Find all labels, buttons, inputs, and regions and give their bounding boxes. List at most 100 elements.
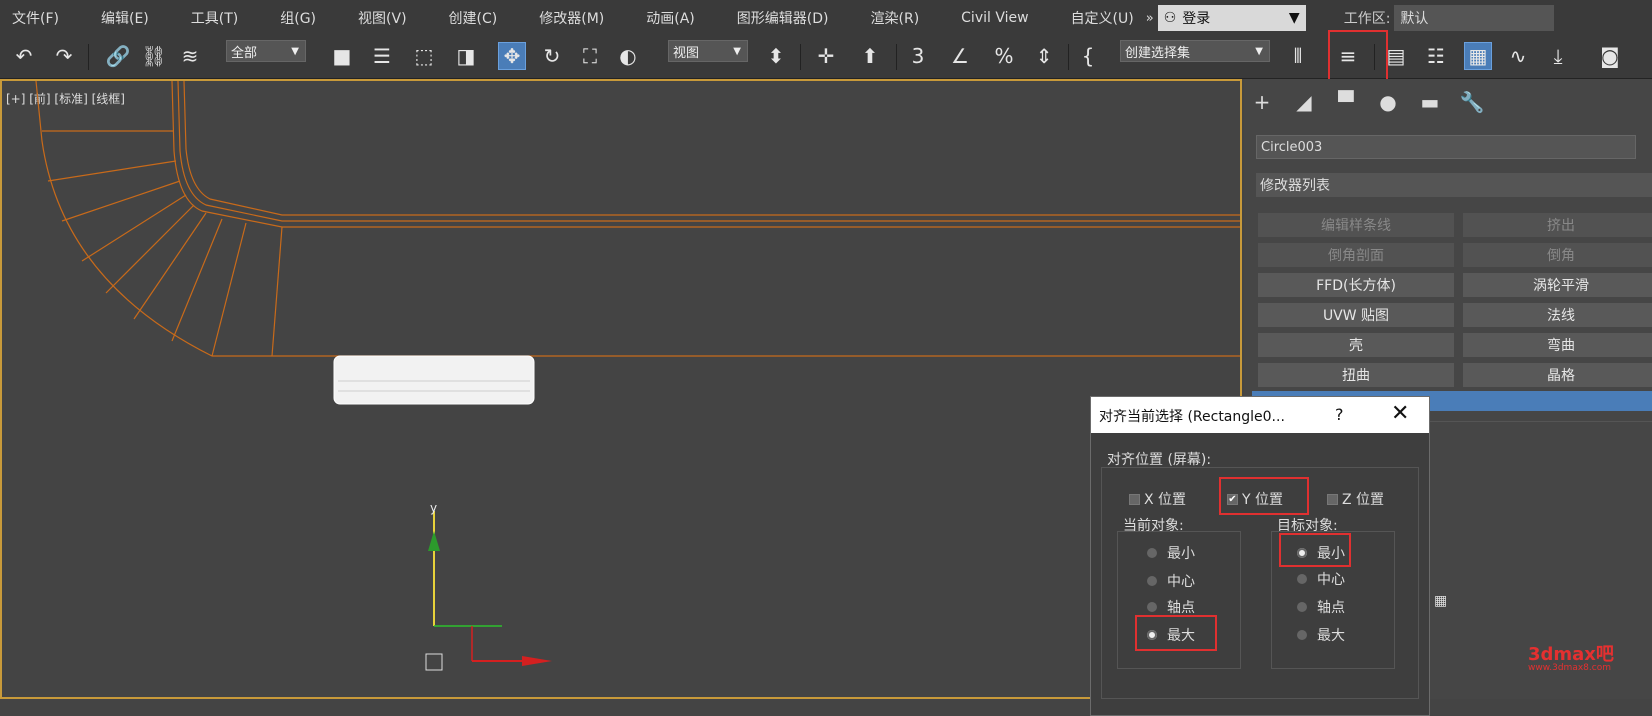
spinner-snap-icon[interactable]: ⇕ [1030,42,1058,70]
current-pivot-radio[interactable]: 轴点 [1147,597,1195,617]
modifier-list-dropdown[interactable]: 修改器列表 [1256,173,1652,197]
menu-graph-editors[interactable]: 图形编辑器(D) [737,8,829,28]
checkbox-icon [1129,493,1140,505]
bind-space-warp-icon[interactable]: ≋ [176,42,204,70]
curved-profile-shape [35,81,1240,357]
modifier-bevel-profile-button[interactable]: 倒角剖面 [1258,243,1454,267]
percent-snap-icon[interactable]: % [990,42,1018,70]
mirror-icon[interactable]: ⫴ [1284,42,1312,70]
rotate-icon[interactable]: ↻ [538,42,566,70]
dialog-title: 对齐当前选择 (Rectangle0... [1099,409,1285,425]
menu-edit[interactable]: 编辑(E) [101,8,149,28]
axis-gizmo [425,511,552,671]
menu-create[interactable]: 创建(C) [449,8,498,28]
angle-snap-icon[interactable]: ∠ [946,42,974,70]
menu-expand-icon[interactable]: » [1146,11,1154,26]
move-icon[interactable]: ✥ [498,42,526,70]
modifier-turbosmooth-button[interactable]: 涡轮平滑 [1463,273,1652,297]
toolbar-separator [88,44,89,70]
dialog-title-bar[interactable]: 对齐当前选择 (Rectangle0... ? ✕ [1091,397,1429,433]
named-selection-dropdown[interactable]: 创建选择集 ▼ [1120,40,1270,62]
login-dropdown[interactable]: ⚇ 登录 ▼ [1157,5,1306,31]
radio-icon [1147,602,1157,612]
chevron-down-icon: ▼ [291,45,299,57]
modifier-uvw-map-button[interactable]: UVW 贴图 [1258,303,1454,327]
main-toolbar: ↶ ↷ 🔗 ⛓ ≋ 全部 ▼ ■ ☰ ⬚ ◨ ✥ ↻ ⛶ ◐ 视图 ▼ ⬍ ✛ … [0,36,1652,79]
radio-icon [1297,574,1307,584]
material-editor-icon[interactable]: ◙ [1596,42,1624,70]
snap-toggle-icon[interactable]: 3 [904,42,932,70]
undo-icon[interactable]: ↶ [10,42,38,70]
menu-rendering[interactable]: 渲染(R) [871,8,920,28]
close-icon[interactable]: ✕ [1391,401,1409,426]
target-max-radio[interactable]: 最大 [1297,625,1345,645]
align-selection-dialog: 对齐当前选择 (Rectangle0... ? ✕ 对齐位置 (屏幕): X 位… [1090,396,1430,716]
placement-icon[interactable]: ◐ [614,42,642,70]
modifier-twist-button[interactable]: 扭曲 [1258,363,1454,387]
target-center-label: 中心 [1317,572,1345,588]
chevron-down-icon: ▼ [733,45,741,57]
modifier-extrude-button[interactable]: 挤出 [1463,213,1652,237]
toolbar-separator [1068,44,1069,70]
toolbar-separator [800,44,801,70]
keyboard-shortcut-icon[interactable]: ⬆ [856,42,884,70]
toggle-ribbon-icon[interactable]: ☷ [1422,42,1450,70]
redo-icon[interactable]: ↷ [50,42,78,70]
display-tab-icon[interactable]: ▬ [1416,89,1444,115]
login-label: 登录 [1182,11,1211,27]
hierarchy-tab-icon[interactable]: ▀ [1332,89,1360,115]
object-name-field[interactable]: Circle003 [1256,135,1636,159]
unlink-icon[interactable]: ⛓ [140,42,168,70]
menu-group[interactable]: 组(G) [280,8,316,28]
current-center-radio[interactable]: 中心 [1147,571,1195,591]
modifier-button-grid: 编辑样条线 挤出 倒角剖面 倒角 FFD(长方体) 涡轮平滑 UVW 贴图 法线… [1258,213,1652,387]
window-crossing-icon[interactable]: ◨ [452,42,480,70]
menu-modifiers[interactable]: 修改器(M) [539,8,604,28]
workspace-dropdown[interactable]: 默认 [1394,5,1555,31]
modifier-shell-button[interactable]: 壳 [1258,333,1454,357]
modify-tab-icon[interactable]: ◢ [1290,89,1318,115]
edit-named-selection-icon[interactable]: { [1074,42,1102,70]
menu-view[interactable]: 视图(V) [358,8,407,28]
current-center-label: 中心 [1167,574,1195,590]
menu-civil-view[interactable]: Civil View [961,10,1028,26]
front-viewport[interactable]: [+] [前] [标准] [线框] y [0,79,1242,699]
named-selection-value: 创建选择集 [1125,45,1191,61]
configure-sets-icon[interactable]: ▦ [1434,593,1452,611]
z-position-checkbox[interactable]: Z 位置 [1327,489,1384,509]
modifier-normal-button[interactable]: 法线 [1463,303,1652,327]
motion-tab-icon[interactable]: ● [1374,89,1402,115]
checkbox-icon [1327,493,1338,505]
curve-editor-icon[interactable]: ∿ [1504,42,1532,70]
reference-coord-dropdown[interactable]: 视图 ▼ [668,40,748,62]
toolbar-separator [896,44,897,70]
scene-explorer-icon[interactable]: ▦ [1464,42,1492,70]
help-icon[interactable]: ? [1335,405,1344,424]
menu-file[interactable]: 文件(F) [12,8,59,28]
schematic-view-icon[interactable]: ⤓ [1544,42,1572,70]
target-pivot-radio[interactable]: 轴点 [1297,597,1345,617]
rect-selection-icon[interactable]: ⬚ [410,42,438,70]
link-icon[interactable]: 🔗 [104,42,132,70]
target-center-radio[interactable]: 中心 [1297,569,1345,589]
select-object-icon[interactable]: ■ [328,42,356,70]
menu-tools[interactable]: 工具(T) [191,8,238,28]
pivot-center-icon[interactable]: ⬍ [762,42,790,70]
x-position-checkbox[interactable]: X 位置 [1129,489,1186,509]
modifier-edit-spline-button[interactable]: 编辑样条线 [1258,213,1454,237]
modifier-ffd-box-button[interactable]: FFD(长方体) [1258,273,1454,297]
modifier-lattice-button[interactable]: 晶格 [1463,363,1652,387]
scale-icon[interactable]: ⛶ [576,42,604,70]
command-panel-tabs: + ◢ ▀ ● ▬ 🔧 [1248,89,1486,117]
menu-animation[interactable]: 动画(A) [646,8,695,28]
modifier-bend-button[interactable]: 弯曲 [1463,333,1652,357]
create-tab-icon[interactable]: + [1248,89,1276,115]
utilities-tab-icon[interactable]: 🔧 [1458,89,1486,115]
current-min-radio[interactable]: 最小 [1147,543,1195,563]
selection-filter-dropdown[interactable]: 全部 ▼ [226,40,306,62]
select-by-name-icon[interactable]: ☰ [368,42,396,70]
modifier-bevel-button[interactable]: 倒角 [1463,243,1652,267]
select-manipulate-icon[interactable]: ✛ [812,42,840,70]
menu-customize[interactable]: 自定义(U) [1071,8,1134,28]
user-icon: ⚇ [1163,10,1177,26]
